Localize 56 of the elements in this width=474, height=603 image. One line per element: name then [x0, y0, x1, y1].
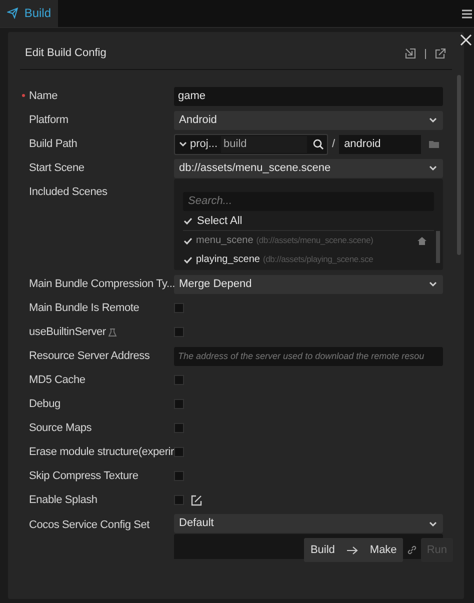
home-icon: [417, 236, 427, 246]
checkbox[interactable]: [174, 447, 184, 457]
field-label: Platform: [29, 112, 68, 128]
dropdown[interactable]: Default: [174, 514, 443, 533]
close-icon[interactable]: [460, 34, 472, 46]
folder-icon[interactable]: [429, 140, 440, 148]
scene-path: (db://assets/menu_scene.scene): [256, 234, 374, 247]
field-label: Resource Server Address: [29, 348, 150, 364]
checkbox[interactable]: [183, 216, 193, 226]
field-label: Main Bundle Compression Ty...: [29, 276, 176, 292]
checkbox[interactable]: [183, 254, 193, 264]
chevron-icon: [428, 115, 438, 125]
chevron-icon: [428, 279, 438, 289]
field-label: Start Scene: [29, 160, 84, 176]
checkbox[interactable]: [174, 375, 184, 385]
checkbox[interactable]: [174, 423, 184, 433]
dialog-title: Edit Build Config: [24, 46, 106, 62]
input-field[interactable]: android: [339, 134, 422, 154]
field-label: Enable Splash: [29, 492, 98, 508]
field-label: MD5 Cache: [29, 372, 86, 388]
menu-icon[interactable]: [462, 9, 472, 19]
field-label: Main Bundle Is Remote: [29, 300, 140, 316]
scene-name: playing_scene: [196, 253, 260, 267]
select-all-label: Select All: [197, 214, 242, 229]
dropdown[interactable]: Android: [174, 110, 443, 130]
checkbox[interactable]: [174, 495, 184, 505]
dropdown[interactable]: Merge Depend: [174, 274, 443, 294]
path-separator: /: [332, 136, 336, 152]
dropdown[interactable]: db://assets/menu_scene.scene: [174, 158, 443, 178]
checkbox[interactable]: [174, 399, 184, 409]
import-icon[interactable]: [405, 48, 416, 59]
search-field[interactable]: Search...: [183, 192, 434, 210]
input-field[interactable]: game: [174, 86, 443, 106]
field-label: Name: [29, 88, 58, 104]
field-label: Build Path: [29, 136, 78, 152]
send-icon: [7, 7, 18, 19]
scene-name: menu_scene: [196, 234, 254, 248]
checkbox[interactable]: [174, 303, 184, 313]
chevron-icon: [428, 163, 438, 173]
field-label: Included Scenes: [29, 185, 108, 200]
panel-tab[interactable]: Build: [0, 0, 58, 27]
checkbox[interactable]: [174, 471, 184, 481]
input-field[interactable]: The address of the server used to download the remote resou: [174, 346, 443, 366]
field-label: Debug: [29, 396, 60, 412]
field-label: Skip Compress Texture: [29, 468, 138, 484]
scene-path: (db://assets/playing_scene.sce: [262, 253, 374, 266]
export-icon[interactable]: [435, 48, 446, 59]
scrollbar[interactable]: [436, 231, 440, 263]
field-label: useBuiltinServer: [29, 324, 106, 340]
tab-label: Build: [24, 5, 51, 22]
edit-icon[interactable]: [191, 494, 202, 506]
field-label: Source Maps: [29, 420, 92, 436]
checkbox[interactable]: [174, 327, 184, 337]
link-icon[interactable]: [406, 545, 417, 555]
field-label: Erase module structure(experir: [29, 444, 174, 460]
field-label: Cocos Service Config Set: [29, 518, 150, 533]
